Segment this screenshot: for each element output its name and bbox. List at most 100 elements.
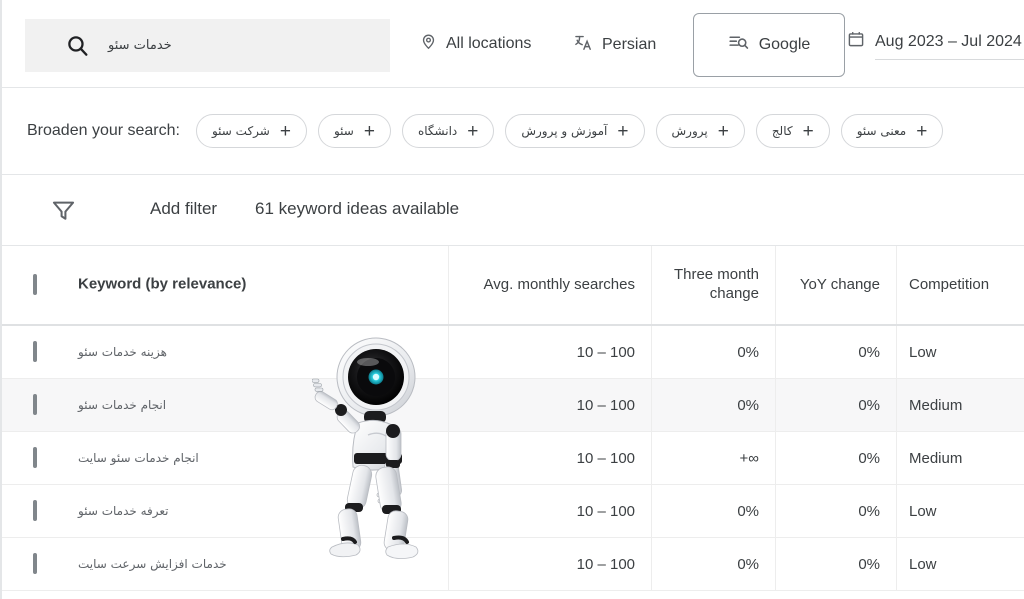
header-cell-avg-monthly-searches[interactable]: Avg. monthly searches	[448, 246, 651, 324]
network-label: Google	[758, 36, 811, 53]
plus-icon: +	[802, 120, 814, 142]
header-label-keyword: Keyword (by relevance)	[78, 275, 247, 293]
plus-icon: +	[467, 120, 479, 142]
row-cell-yoy-change: 0%	[775, 538, 896, 590]
row-cell-avg-monthly-searches: 10 – 100	[448, 538, 651, 590]
yoy-change-value: 0%	[858, 502, 880, 520]
header-cell-competition[interactable]: Competition	[896, 246, 1024, 324]
table-row[interactable]: هزینه خدمات سئو 10 – 100 0% 0% Low	[2, 326, 1024, 379]
checkbox-box	[33, 274, 37, 295]
avg-monthly-searches-value: 10 – 100	[576, 555, 635, 573]
broaden-your-search-bar: Broaden your search: + شرکت سئو + سئو + …	[2, 88, 1024, 175]
row-cell-yoy-change: 0%	[775, 326, 896, 378]
yoy-change-value: 0%	[858, 343, 880, 361]
row-cell-avg-monthly-searches: 10 – 100	[448, 432, 651, 484]
avg-monthly-searches-value: 10 – 100	[576, 343, 635, 361]
row-cell-yoy-change: 0%	[775, 485, 896, 537]
translate-icon	[574, 33, 593, 57]
header-cell-three-month-change[interactable]: Three month change	[651, 246, 775, 324]
row-cell-competition: Medium	[896, 432, 1024, 484]
three-month-change-value: 0%	[737, 343, 759, 361]
keyword-text: تعرفه خدمات سئو	[78, 504, 169, 518]
competition-value: Low	[909, 555, 937, 573]
filter-bar: Add filter 61 keyword ideas available	[2, 175, 1024, 246]
checkbox-box	[33, 394, 37, 415]
keyword-search-input[interactable]: خدمات سئو	[25, 19, 390, 72]
plus-icon: +	[717, 120, 729, 142]
row-cell-keyword: تعرفه خدمات سئو	[2, 485, 448, 537]
table-row[interactable]: انجام خدمات سئو 10 – 100 0% 0% Medium	[2, 379, 1024, 432]
broaden-chip-label: دانشگاه	[417, 124, 458, 138]
three-month-change-value: +∞	[739, 449, 759, 467]
broaden-chip-5[interactable]: + کالج	[755, 114, 830, 148]
language-label: Persian	[602, 36, 657, 53]
filter-funnel-icon[interactable]	[50, 197, 77, 229]
broaden-chip-list: + شرکت سئو + سئو + دانشگاه + آموزش و پرو…	[195, 114, 944, 148]
broaden-chip-label: کالج	[771, 124, 793, 138]
avg-monthly-searches-value: 10 – 100	[576, 449, 635, 467]
broaden-chip-2[interactable]: + دانشگاه	[401, 114, 495, 148]
row-cell-avg-monthly-searches: 10 – 100	[448, 485, 651, 537]
competition-value: Low	[909, 343, 937, 361]
row-cell-avg-monthly-searches: 10 – 100	[448, 326, 651, 378]
keyword-text: انجام خدمات سئو سایت	[78, 451, 199, 465]
table-header-row: Keyword (by relevance) Avg. monthly sear…	[2, 246, 1024, 326]
keyword-text: خدمات افزایش سرعت سایت	[78, 557, 227, 571]
row-cell-competition: Medium	[896, 379, 1024, 431]
row-cell-keyword: هزینه خدمات سئو	[2, 326, 448, 378]
broaden-chip-4[interactable]: + پرورش	[655, 114, 745, 148]
row-cell-competition: Low	[896, 326, 1024, 378]
broaden-chip-label: پرورش	[671, 124, 708, 138]
broaden-chip-label: شرکت سئو	[211, 124, 270, 138]
broaden-chip-label: معنی سئو	[856, 124, 907, 138]
calendar-icon	[847, 30, 865, 53]
checkbox-box	[33, 553, 37, 574]
header-label-competition: Competition	[909, 275, 990, 293]
plus-icon: +	[617, 120, 629, 142]
yoy-change-value: 0%	[858, 449, 880, 467]
row-cell-three-month-change: +∞	[651, 432, 775, 484]
header-label-three-month-change: Three month change	[673, 266, 759, 302]
select-all-checkbox[interactable]	[33, 274, 37, 295]
checkbox-box	[33, 341, 37, 362]
row-checkbox[interactable]	[33, 341, 37, 362]
date-range-underline	[875, 59, 1024, 60]
search-input-value: خدمات سئو	[108, 38, 172, 53]
row-checkbox[interactable]	[33, 447, 37, 468]
broaden-chip-3[interactable]: + آموزش و پرورش	[505, 114, 645, 148]
locations-selector[interactable]: All locations	[420, 33, 531, 55]
plus-icon: +	[279, 120, 291, 142]
broaden-chip-1[interactable]: + سئو	[317, 114, 391, 148]
row-cell-three-month-change: 0%	[651, 326, 775, 378]
row-checkbox[interactable]	[33, 553, 37, 574]
broaden-chip-6[interactable]: + معنی سئو	[840, 114, 944, 148]
row-cell-yoy-change: 0%	[775, 432, 896, 484]
checkbox-box	[33, 447, 37, 468]
add-filter-button[interactable]: Add filter	[150, 199, 217, 219]
three-month-change-value: 0%	[737, 555, 759, 573]
row-cell-three-month-change: 0%	[651, 538, 775, 590]
date-range-selector[interactable]: Aug 2023 – Jul 2024	[847, 30, 1024, 60]
header-cell-keyword[interactable]: Keyword (by relevance)	[2, 246, 448, 324]
yoy-change-value: 0%	[858, 555, 880, 573]
language-selector[interactable]: Persian	[574, 33, 656, 57]
row-cell-competition: Low	[896, 485, 1024, 537]
keyword-text: هزینه خدمات سئو	[78, 345, 167, 359]
keyword-ideas-count: 61 keyword ideas available	[255, 199, 460, 218]
broaden-chip-label: آموزش و پرورش	[521, 124, 608, 138]
row-cell-three-month-change: 0%	[651, 485, 775, 537]
table-row[interactable]: انجام خدمات سئو سایت 10 – 100 +∞ 0% Medi…	[2, 432, 1024, 485]
search-network-icon	[728, 32, 749, 58]
search-toolbar: خدمات سئو All locations Persian Google A…	[2, 0, 1024, 88]
network-selector[interactable]: Google	[693, 13, 845, 77]
row-cell-competition: Low	[896, 538, 1024, 590]
competition-value: Low	[909, 502, 937, 520]
plus-icon: +	[916, 120, 928, 142]
row-checkbox[interactable]	[33, 500, 37, 521]
table-row[interactable]: تعرفه خدمات سئو 10 – 100 0% 0% Low	[2, 485, 1024, 538]
row-checkbox[interactable]	[33, 394, 37, 415]
header-cell-yoy-change[interactable]: YoY change	[775, 246, 896, 324]
broaden-chip-label: سئو	[333, 124, 354, 138]
table-row[interactable]: خدمات افزایش سرعت سایت 10 – 100 0% 0% Lo…	[2, 538, 1024, 591]
broaden-chip-0[interactable]: + شرکت سئو	[195, 114, 307, 148]
